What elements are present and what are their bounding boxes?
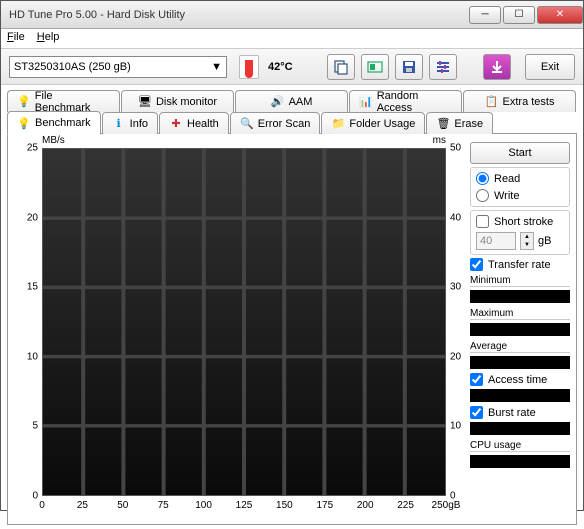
titlebar: HD Tune Pro 5.00 - Hard Disk Utility ─ ☐… <box>1 1 583 29</box>
bulb-icon: 💡 <box>17 116 31 130</box>
benchmark-chart: MB/s ms 0510152025 01020304050 025507510… <box>14 140 466 518</box>
info-icon: ℹ <box>112 117 126 131</box>
exit-button[interactable]: Exit <box>525 54 575 80</box>
minimum-label: Minimum <box>470 275 570 287</box>
tests-icon: 📋 <box>485 95 499 109</box>
temperature-value: 42°C <box>268 61 293 73</box>
maximum-value <box>470 323 570 336</box>
transfer-rate-checkbox[interactable]: Transfer rate <box>470 258 570 271</box>
monitor-icon: 🖥 <box>138 95 152 109</box>
read-radio[interactable]: Read <box>476 172 564 185</box>
random-icon: 📊 <box>359 95 373 109</box>
copy-button[interactable] <box>327 54 355 80</box>
health-icon: ✚ <box>169 117 183 131</box>
maximum-label: Maximum <box>470 308 570 320</box>
tab-extra-tests[interactable]: 📋Extra tests <box>463 90 576 112</box>
tab-benchmark[interactable]: 💡Benchmark <box>7 111 101 135</box>
x-axis: 0255075100125150175200225250gB <box>42 498 446 518</box>
menubar: File Help <box>1 29 583 49</box>
start-button[interactable]: Start <box>470 142 570 164</box>
tabrow-lower: 💡Benchmark ℹInfo ✚Health 🔍Error Scan 📁Fo… <box>7 111 577 133</box>
average-label: Average <box>470 341 570 353</box>
speaker-icon: 🔊 <box>271 95 285 109</box>
burst-rate-checkbox[interactable]: Burst rate <box>470 406 570 419</box>
access-time-value <box>470 389 570 402</box>
y-axis-left-label: MB/s <box>42 135 65 146</box>
tab-erase[interactable]: 🗑Erase <box>426 112 493 134</box>
bulb-icon: 💡 <box>17 95 31 109</box>
cpu-usage-label: CPU usage <box>470 440 570 452</box>
toolbar: ST3250310AS (250 gB) ▼ 42°C Exit <box>1 49 583 85</box>
tab-disk-monitor[interactable]: 🖥Disk monitor <box>121 90 234 112</box>
drive-select[interactable]: ST3250310AS (250 gB) ▼ <box>9 56 227 78</box>
search-icon: 🔍 <box>240 117 254 131</box>
y-axis-left: 0510152025 <box>14 148 40 496</box>
save-button[interactable] <box>395 54 423 80</box>
cpu-usage-value <box>470 455 570 468</box>
menu-help[interactable]: Help <box>37 31 60 46</box>
burst-rate-value <box>470 422 570 435</box>
dropdown-icon: ▼ <box>211 61 222 73</box>
minimize-button[interactable]: ─ <box>469 6 501 24</box>
average-value <box>470 356 570 369</box>
side-panel: Start Read Write Short stroke ▲▼ gB Tran… <box>470 140 570 518</box>
screenshot-button[interactable] <box>361 54 389 80</box>
maximize-button[interactable]: ☐ <box>503 6 535 24</box>
tab-file-benchmark[interactable]: 💡File Benchmark <box>7 90 120 112</box>
tab-folder-usage[interactable]: 📁Folder Usage <box>321 112 425 134</box>
y-axis-right-label: ms <box>433 135 446 146</box>
tab-panel: MB/s ms 0510152025 01020304050 025507510… <box>7 133 577 525</box>
drive-select-value: ST3250310AS (250 gB) <box>14 61 131 73</box>
access-time-checkbox[interactable]: Access time <box>470 373 570 386</box>
trash-icon: 🗑 <box>436 117 450 131</box>
stepper-arrows[interactable]: ▲▼ <box>520 232 534 250</box>
menu-file[interactable]: File <box>7 31 25 46</box>
short-stroke-checkbox[interactable]: Short stroke <box>476 215 564 228</box>
write-radio[interactable]: Write <box>476 189 564 202</box>
tab-aam[interactable]: 🔊AAM <box>235 90 348 112</box>
minimum-value <box>470 290 570 303</box>
stroke-unit: gB <box>538 235 551 247</box>
window-title: HD Tune Pro 5.00 - Hard Disk Utility <box>9 9 467 21</box>
tab-random-access[interactable]: 📊Random Access <box>349 90 462 112</box>
short-stroke-input[interactable] <box>476 232 516 250</box>
tab-info[interactable]: ℹInfo <box>102 112 158 134</box>
tab-health[interactable]: ✚Health <box>159 112 229 134</box>
thermometer-icon <box>239 55 259 79</box>
y-axis-right: 01020304050 <box>448 148 466 496</box>
tabrow-upper: 💡File Benchmark 🖥Disk monitor 🔊AAM 📊Rand… <box>7 89 577 111</box>
close-button[interactable]: ✕ <box>537 6 583 24</box>
folder-icon: 📁 <box>331 117 345 131</box>
tab-error-scan[interactable]: 🔍Error Scan <box>230 112 321 134</box>
download-button[interactable] <box>483 54 511 80</box>
settings-button[interactable] <box>429 54 457 80</box>
